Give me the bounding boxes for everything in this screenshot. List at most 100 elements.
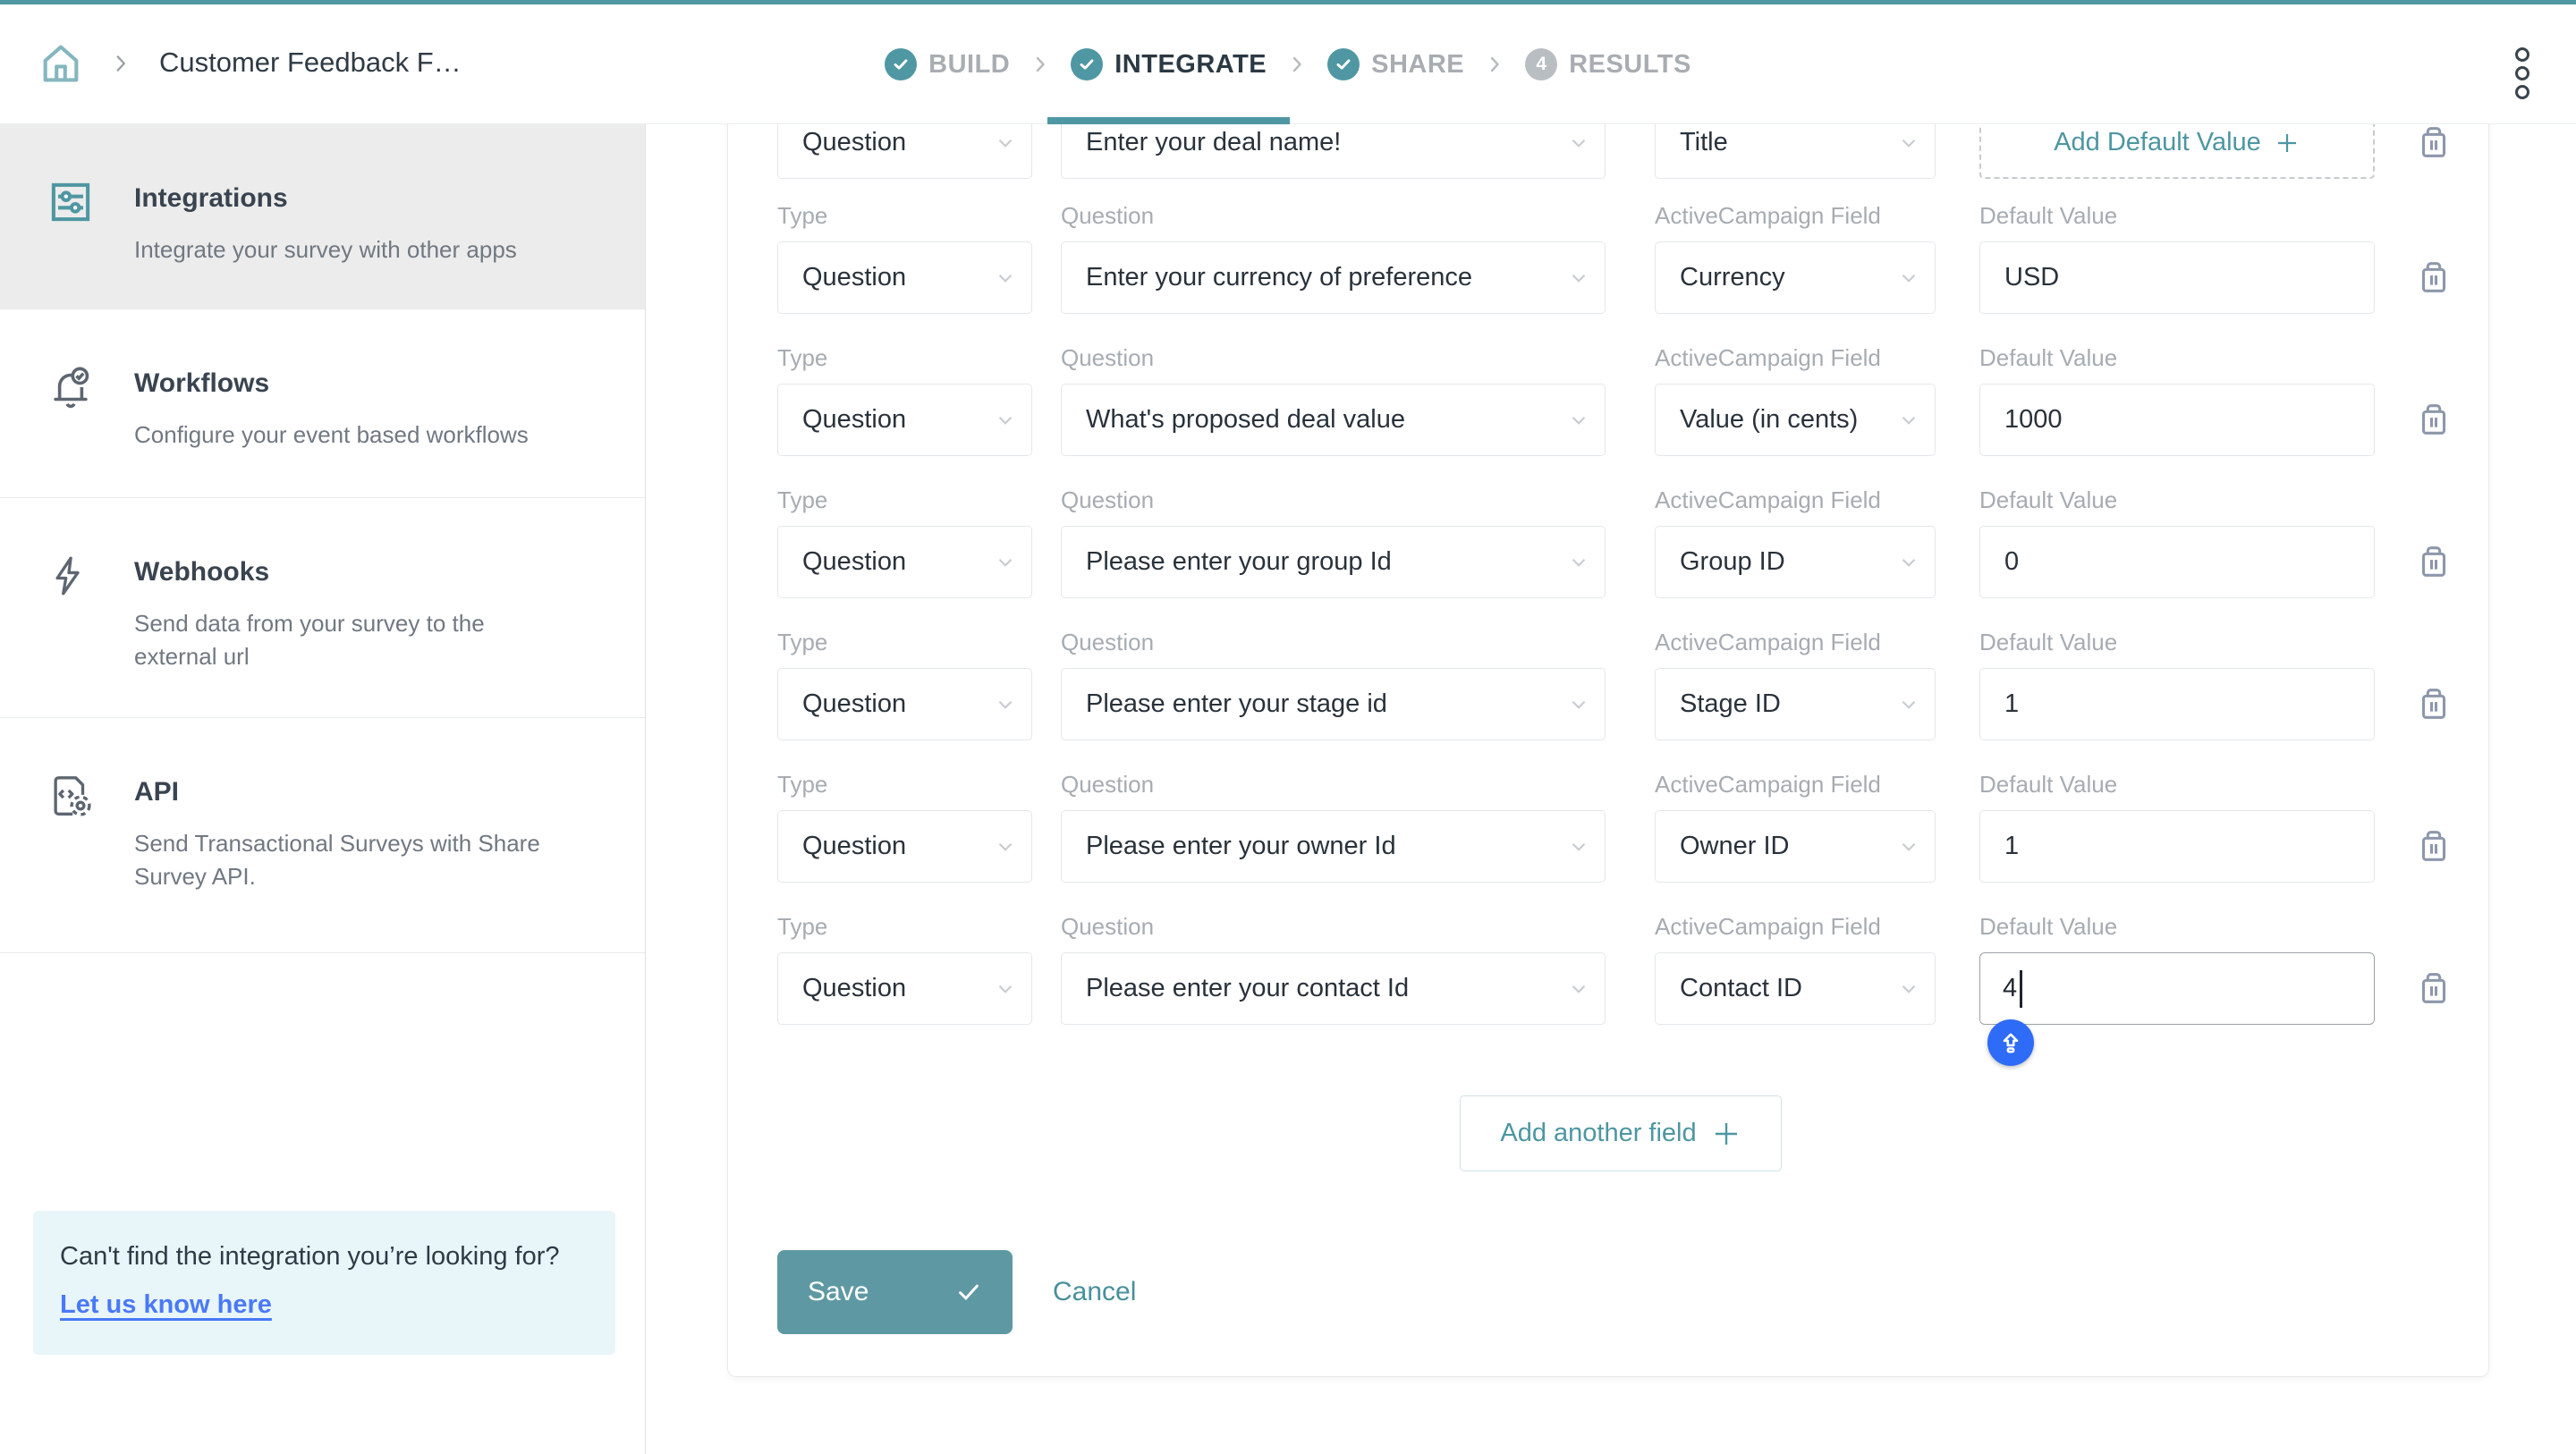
activecampaign-field-select[interactable]: Group ID (1655, 526, 1936, 598)
type-select[interactable]: Question (777, 384, 1032, 456)
save-button[interactable]: Save (777, 1250, 1013, 1334)
question-label: Question (1061, 629, 1606, 656)
chevron-down-icon (1897, 551, 1920, 574)
integration-help-box: Can't find the integration you’re lookin… (33, 1211, 615, 1355)
sidebar-item-description: Configure your event based workflows (134, 418, 529, 452)
sidebar-item-workflows[interactable]: Workflows Configure your event based wor… (0, 309, 645, 498)
more-options-button[interactable] (2515, 43, 2529, 104)
default-label: Default Value (1979, 344, 2375, 372)
type-select[interactable]: Question (777, 810, 1032, 883)
step-chevron-icon (1286, 54, 1308, 75)
step-chevron-icon (1484, 54, 1505, 75)
step-chevron-icon (1030, 54, 1051, 75)
app-window: Type Question ActiveCampaign Field Defau… (0, 0, 2576, 1454)
type-label: Type (777, 486, 1032, 514)
sidebar-item-api[interactable]: API Send Transactional Surveys with Shar… (0, 718, 645, 953)
question-select[interactable]: Please enter your owner Id (1061, 810, 1606, 883)
chevron-down-icon (994, 835, 1017, 858)
activecampaign-field-select[interactable]: Contact ID (1655, 952, 1936, 1025)
trash-icon (2413, 257, 2454, 298)
chevron-down-icon (1897, 835, 1920, 858)
default-value-input[interactable] (1979, 668, 2375, 740)
delete-row-button[interactable] (2413, 257, 2454, 300)
wizard-stepper: BUILD INTEGRATE SHARE 4 RESULTS (0, 4, 2576, 124)
delete-row-button[interactable] (2413, 399, 2454, 443)
sidebar-item-description: Integrate your survey with other apps (134, 233, 517, 266)
check-circle-icon (885, 48, 917, 80)
kebab-dot (2515, 66, 2529, 80)
sidebar-item-title: Integrations (134, 183, 288, 214)
step-share[interactable]: SHARE (1327, 46, 1464, 82)
question-select[interactable]: Enter your currency of preference (1061, 241, 1606, 314)
eject-arrow-icon (1996, 1027, 2026, 1058)
trash-icon (2413, 399, 2454, 440)
activecampaign-field-select[interactable]: Value (in cents) (1655, 384, 1936, 456)
sidebar-item-webhooks[interactable]: Webhooks Send data from your survey to t… (0, 498, 645, 718)
default-value-input[interactable] (1979, 526, 2375, 598)
default-value-input-focused[interactable]: 4 (1979, 952, 2375, 1025)
plus-icon (1711, 1119, 1741, 1149)
question-label: Question (1061, 202, 1606, 230)
question-label: Question (1061, 913, 1606, 941)
step-results[interactable]: 4 RESULTS (1525, 46, 1691, 82)
autofill-extension-icon[interactable] (1987, 1019, 2034, 1066)
check-circle-icon (1327, 48, 1360, 80)
lightning-icon (47, 552, 91, 604)
chevron-down-icon (1567, 977, 1590, 1001)
type-label: Type (777, 771, 1032, 799)
chevron-down-icon (994, 693, 1017, 716)
chevron-down-icon (994, 266, 1017, 290)
chevron-down-icon (1567, 131, 1590, 155)
activecampaign-field-select[interactable]: Owner ID (1655, 810, 1936, 883)
type-select[interactable]: Question (777, 952, 1032, 1025)
chevron-down-icon (1567, 551, 1590, 574)
delete-row-button[interactable] (2413, 683, 2454, 727)
cancel-button[interactable]: Cancel (1047, 1250, 1141, 1334)
step-integrate[interactable]: INTEGRATE (1071, 46, 1267, 82)
step-build[interactable]: BUILD (885, 46, 1010, 82)
question-select[interactable]: Please enter your group Id (1061, 526, 1606, 598)
default-label: Default Value (1979, 629, 2375, 656)
code-gear-icon (47, 772, 95, 824)
field-label: ActiveCampaign Field (1655, 486, 1936, 514)
check-icon (955, 1279, 982, 1306)
question-select[interactable]: Please enter your contact Id (1061, 952, 1606, 1025)
chevron-down-icon (1897, 266, 1920, 290)
type-select[interactable]: Question (777, 526, 1032, 598)
type-label: Type (777, 202, 1032, 230)
activecampaign-field-select[interactable]: Currency (1655, 241, 1936, 314)
delete-row-button[interactable] (2413, 541, 2454, 585)
let-us-know-link[interactable]: Let us know here (60, 1286, 272, 1325)
sliders-icon (47, 178, 95, 231)
sidebar-item-integrations[interactable]: Integrations Integrate your survey with … (0, 124, 645, 309)
chevron-down-icon (1897, 977, 1920, 1001)
field-label: ActiveCampaign Field (1655, 771, 1936, 799)
delete-row-button[interactable] (2413, 968, 2454, 1011)
default-label: Default Value (1979, 486, 2375, 514)
default-label: Default Value (1979, 202, 2375, 230)
add-another-field-button[interactable]: Add another field (1460, 1095, 1782, 1171)
delete-row-button[interactable] (2413, 122, 2454, 165)
type-label: Type (777, 344, 1032, 372)
question-label: Question (1061, 344, 1606, 372)
field-label: ActiveCampaign Field (1655, 629, 1936, 656)
trash-icon (2413, 825, 2454, 866)
type-select[interactable]: Question (777, 241, 1032, 314)
default-value-input[interactable] (1979, 241, 2375, 314)
integrations-sidebar: Integrations Integrate your survey with … (0, 124, 646, 1454)
default-value-input[interactable] (1979, 810, 2375, 883)
type-select[interactable]: Question (777, 668, 1032, 740)
question-select[interactable]: Please enter your stage id (1061, 668, 1606, 740)
trash-icon (2413, 968, 2454, 1009)
activecampaign-field-select[interactable]: Stage ID (1655, 668, 1936, 740)
delete-row-button[interactable] (2413, 825, 2454, 869)
sidebar-item-title: Workflows (134, 368, 269, 399)
question-label: Question (1061, 486, 1606, 514)
question-select[interactable]: What's proposed deal value (1061, 384, 1606, 456)
chevron-down-icon (1897, 409, 1920, 432)
chevron-down-icon (1567, 409, 1590, 432)
question-label: Question (1061, 771, 1606, 799)
plus-icon (2274, 130, 2301, 156)
default-value-input[interactable] (1979, 384, 2375, 456)
sidebar-item-title: Webhooks (134, 557, 269, 588)
